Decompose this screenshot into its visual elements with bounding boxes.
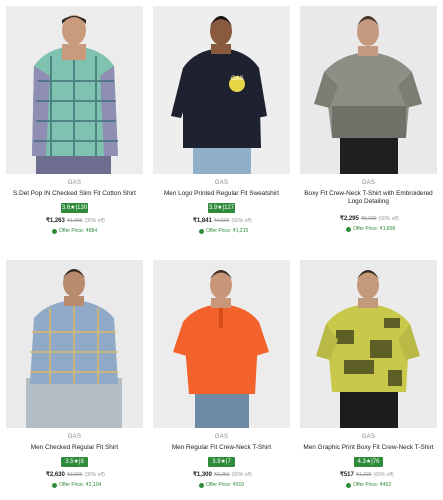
green-dot-icon — [199, 228, 204, 234]
svg-text:GAS: GAS — [231, 76, 244, 82]
rating-badge: 3.6★|130 — [61, 203, 88, 213]
original-price: ₹1,290 — [355, 472, 372, 478]
offer-price: Offer Price: ₹910 — [199, 482, 290, 488]
product-image[interactable] — [6, 260, 143, 428]
green-dot-icon — [52, 228, 57, 234]
price-row: ₹517 ₹1,290 (60% off) — [340, 471, 437, 478]
original-price: ₹3,990 — [66, 472, 83, 478]
price-row: ₹2,630 ₹3,990 (35% off) — [46, 471, 143, 478]
original-price: ₹4,590 — [213, 218, 230, 224]
model-checked-shirt-blue-image — [6, 260, 143, 428]
green-dot-icon — [52, 482, 57, 488]
price-row: ₹2,295 ₹5,690 (60% off) — [340, 215, 437, 222]
discount: (35% off) — [84, 472, 105, 478]
product-brand: GAS — [361, 434, 376, 440]
product-name[interactable]: Men Regular Fit Crew-Neck T-Shirt — [153, 444, 290, 452]
discount: (60% off) — [373, 472, 394, 478]
current-price: ₹517 — [340, 472, 354, 478]
offer-price-text: Offer Price: ₹462 — [353, 482, 392, 488]
current-price: ₹1,841 — [193, 218, 212, 224]
product-brand: GAS — [214, 434, 229, 440]
offer-price-text: Offer Price: ₹1,215 — [206, 228, 249, 234]
price-row: ₹1,263 ₹1,990 (35% off) — [46, 217, 143, 224]
discount: (60% off) — [231, 472, 252, 478]
current-price: ₹2,295 — [340, 216, 359, 222]
product-name[interactable]: Men Checked Regular Fit Shirt — [6, 444, 143, 452]
product-image[interactable] — [300, 260, 437, 428]
product-card[interactable]: GAS Men Graphic Print Boxy Fit Crew-Neck… — [300, 260, 437, 500]
model-checked-shirt-image — [6, 6, 143, 174]
original-price: ₹3,250 — [213, 472, 230, 478]
offer-price-text: Offer Price: ₹910 — [206, 482, 245, 488]
product-card[interactable]: GAS GAS Men Logo Printed Regular Fit Swe… — [153, 6, 290, 248]
product-card[interactable]: GAS S.Det Pop IN Checked Slim Fit Cotton… — [6, 6, 143, 248]
product-card[interactable]: GAS Boxy Fit Crew-Neck T-Shirt with Embr… — [300, 6, 437, 248]
product-name[interactable]: Men Graphic Print Boxy Fit Crew-Neck T-S… — [300, 444, 437, 452]
product-image[interactable]: GAS — [153, 6, 290, 174]
product-name[interactable]: S.Det Pop IN Checked Slim Fit Cotton Shi… — [6, 190, 143, 198]
offer-price-text: Offer Price: ₹884 — [59, 228, 98, 234]
product-brand: GAS — [361, 180, 376, 186]
product-name[interactable]: Men Logo Printed Regular Fit Sweatshirt — [153, 190, 290, 198]
discount: (60% off) — [378, 216, 399, 222]
original-price: ₹5,690 — [360, 216, 377, 222]
rating-badge: 3.5★|8 — [61, 457, 88, 467]
offer-price: Offer Price: ₹462 — [346, 482, 437, 488]
product-name[interactable]: Boxy Fit Crew-Neck T-Shirt with Embroide… — [300, 190, 437, 214]
product-image[interactable] — [300, 6, 437, 174]
product-card[interactable]: GAS Men Regular Fit Crew-Neck T-Shirt 3.… — [153, 260, 290, 500]
offer-price: Offer Price: ₹1,215 — [199, 228, 290, 234]
rating-badge: 4.3★|76 — [354, 457, 383, 467]
product-brand: GAS — [214, 180, 229, 186]
product-brand: GAS — [67, 434, 82, 440]
price-row: ₹1,841 ₹4,590 (60% off) — [193, 217, 290, 224]
model-grey-tshirt-image — [300, 6, 437, 174]
offer-price: Offer Price: ₹884 — [52, 228, 143, 234]
product-card[interactable]: GAS Men Checked Regular Fit Shirt 3.5★|8… — [6, 260, 143, 500]
rating-badge: 3.9★|127 — [208, 203, 235, 213]
green-dot-icon — [346, 226, 351, 232]
offer-price-text: Offer Price: ₹1,896 — [353, 226, 396, 232]
product-image[interactable] — [6, 6, 143, 174]
current-price: ₹1,300 — [193, 472, 212, 478]
discount: (60% off) — [231, 218, 252, 224]
model-black-sweatshirt-image: GAS — [153, 6, 290, 174]
current-price: ₹1,263 — [46, 218, 65, 224]
discount: (35% off) — [84, 218, 105, 224]
green-dot-icon — [199, 482, 204, 488]
product-brand: GAS — [67, 180, 82, 186]
model-orange-polo-image — [153, 260, 290, 428]
offer-price: Offer Price: ₹1,896 — [346, 226, 437, 232]
model-graphic-tshirt-image — [300, 260, 437, 428]
green-dot-icon — [346, 482, 351, 488]
original-price: ₹1,990 — [66, 218, 83, 224]
current-price: ₹2,630 — [46, 472, 65, 478]
rating-badge: 3.9★|7 — [208, 457, 235, 467]
price-row: ₹1,300 ₹3,250 (60% off) — [193, 471, 290, 478]
offer-price: Offer Price: ₹2,104 — [52, 482, 143, 488]
offer-price-text: Offer Price: ₹2,104 — [59, 482, 102, 488]
product-image[interactable] — [153, 260, 290, 428]
product-grid: GAS S.Det Pop IN Checked Slim Fit Cotton… — [6, 6, 437, 500]
